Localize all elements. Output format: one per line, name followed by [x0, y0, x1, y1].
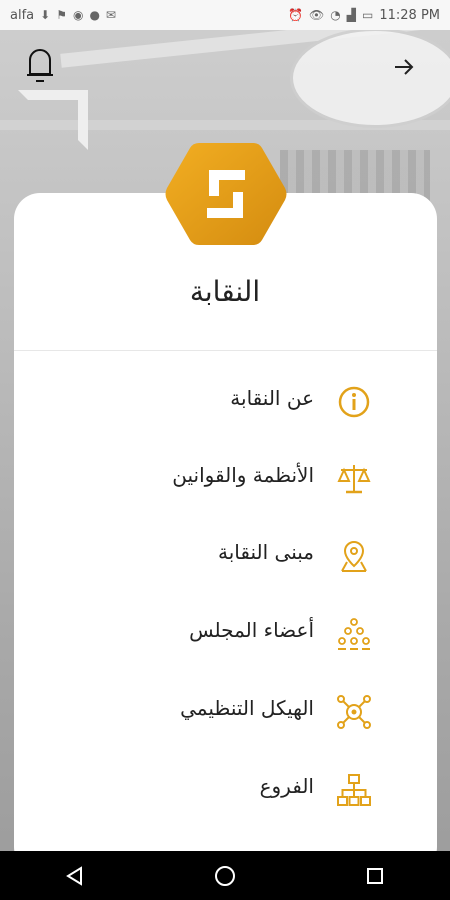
- background-logo: [18, 90, 88, 150]
- location-pin-icon: [336, 538, 372, 574]
- nav-recents-icon[interactable]: [355, 856, 395, 896]
- battery-icon: ▭: [362, 8, 374, 22]
- branches-icon: [336, 772, 372, 808]
- menu-item-label: الفروع: [259, 774, 314, 798]
- divider: [14, 350, 437, 351]
- whatsapp-icon: ◉: [72, 8, 84, 22]
- page-title: النقابة: [189, 275, 261, 308]
- status-bar: alfa ⬇ ⚑ ◉ ● ✉ ⏰ 👁 ◔ ▟ ▭ 11:28 PM: [0, 0, 450, 30]
- bell-icon[interactable]: [24, 47, 56, 85]
- hexagon-logo: [163, 138, 289, 250]
- scales-icon: [336, 461, 372, 497]
- menu-item-council[interactable]: أعضاء المجلس: [14, 604, 437, 666]
- menu-item-building[interactable]: مبنى النقابة: [14, 526, 437, 588]
- arrow-right-icon[interactable]: [392, 55, 416, 85]
- mail-icon: ✉: [105, 8, 116, 22]
- menu-item-label: مبنى النقابة: [218, 540, 314, 564]
- org-network-icon: [336, 694, 372, 730]
- carrier-label: alfa: [10, 7, 35, 23]
- nav-home-icon[interactable]: [205, 856, 245, 896]
- signal-icon: ▟: [346, 8, 356, 22]
- bell-icon-svg: [27, 49, 53, 82]
- nav-back-icon[interactable]: [55, 856, 95, 896]
- download-icon: ⬇: [40, 8, 51, 22]
- menu-item-label: عن النقابة: [230, 386, 314, 410]
- menu-item-label: أعضاء المجلس: [189, 618, 314, 642]
- status-left: alfa ⬇ ⚑ ◉ ● ✉: [10, 8, 116, 23]
- flag-icon: ⚑: [56, 8, 67, 22]
- chat-icon: ●: [89, 8, 100, 22]
- eye-icon: 👁: [309, 8, 325, 22]
- menu-item-label: الهيكل التنظيمي: [180, 696, 314, 720]
- menu-item-org-structure[interactable]: الهيكل التنظيمي: [14, 682, 437, 744]
- menu-item-laws[interactable]: الأنظمة والقوانين: [14, 449, 437, 511]
- status-right: ⏰ 👁 ◔ ▟ ▭ 11:28 PM: [288, 8, 440, 23]
- menu-item-label: الأنظمة والقوانين: [172, 463, 314, 487]
- wifi-icon: ◔: [330, 8, 341, 22]
- alarm-icon: ⏰: [288, 8, 304, 22]
- logo-svg: [165, 143, 287, 245]
- info-icon: [336, 384, 372, 420]
- members-icon: [336, 616, 372, 652]
- arrow-right-svg: [395, 59, 414, 75]
- menu-item-about[interactable]: عن النقابة: [14, 372, 437, 434]
- background-dome: [290, 28, 450, 128]
- system-navigation-bar: [0, 851, 450, 900]
- menu-item-branches[interactable]: الفروع: [14, 760, 437, 822]
- status-time: 11:28 PM: [379, 7, 440, 23]
